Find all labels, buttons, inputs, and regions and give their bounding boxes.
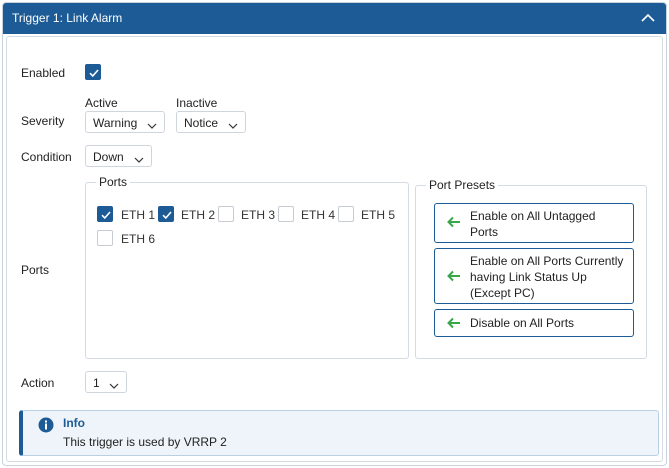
port-eth2-label: ETH 2 bbox=[181, 208, 216, 222]
condition-select[interactable]: Down bbox=[85, 145, 152, 167]
port-eth3-checkbox[interactable] bbox=[218, 206, 234, 222]
port-eth6-checkbox[interactable] bbox=[97, 230, 113, 246]
panel-body: Enabled Active Inactive Severity Warning… bbox=[6, 36, 663, 462]
enable-untagged-ports-button[interactable]: Enable on All Untagged Ports bbox=[434, 203, 634, 243]
enabled-checkbox[interactable] bbox=[85, 64, 101, 80]
port-eth3-label: ETH 3 bbox=[241, 208, 276, 222]
port-presets-group: Port Presets Enable on All Untagged Port… bbox=[415, 178, 647, 359]
arrow-left-icon bbox=[447, 216, 461, 231]
chevron-down-icon bbox=[134, 153, 144, 167]
port-eth6-label: ETH 6 bbox=[121, 232, 156, 246]
severity-active-select[interactable]: Warning bbox=[85, 111, 165, 133]
enable-link-up-line1: Enable on All Ports Currently bbox=[470, 254, 624, 268]
port-eth1-checkbox[interactable] bbox=[97, 206, 113, 222]
severity-active-value: Warning bbox=[93, 116, 138, 130]
enable-link-up-line2: having Link Status Up bbox=[470, 270, 587, 284]
panel-header[interactable]: Trigger 1: Link Alarm bbox=[3, 3, 666, 34]
enable-untagged-line1: Enable on All Untagged bbox=[470, 209, 596, 223]
severity-inactive-label: Inactive bbox=[176, 96, 218, 110]
arrow-left-icon bbox=[447, 270, 461, 285]
panel-title: Trigger 1: Link Alarm bbox=[12, 11, 123, 25]
info-icon bbox=[38, 417, 54, 436]
info-callout: Info This trigger is used by VRRP 2 bbox=[19, 410, 659, 456]
trigger-panel: Trigger 1: Link Alarm Enabled Active Ina… bbox=[2, 2, 667, 466]
port-eth5-label: ETH 5 bbox=[361, 208, 396, 222]
port-eth2-checkbox[interactable] bbox=[158, 206, 174, 222]
severity-inactive-select[interactable]: Notice bbox=[176, 111, 246, 133]
port-eth4-label: ETH 4 bbox=[301, 208, 336, 222]
severity-active-label: Active bbox=[85, 96, 118, 110]
severity-inactive-value: Notice bbox=[184, 116, 219, 130]
chevron-up-icon[interactable] bbox=[640, 10, 656, 26]
ports-group: Ports ETH 1 ETH 2 ETH 3 ETH 4 ETH 5 ETH … bbox=[85, 175, 409, 359]
disable-all-ports-label: Disable on All Ports bbox=[470, 316, 575, 330]
action-label: Action bbox=[21, 376, 55, 390]
action-value: 1 bbox=[93, 376, 100, 390]
port-eth5-checkbox[interactable] bbox=[338, 206, 354, 222]
info-message: This trigger is used by VRRP 2 bbox=[63, 435, 227, 449]
disable-all-ports-button[interactable]: Disable on All Ports bbox=[434, 309, 634, 337]
ports-group-title: Ports bbox=[96, 175, 131, 189]
action-select[interactable]: 1 bbox=[85, 371, 127, 393]
chevron-down-icon bbox=[228, 119, 238, 133]
port-eth1-label: ETH 1 bbox=[121, 208, 156, 222]
arrow-left-icon bbox=[447, 317, 461, 332]
info-title: Info bbox=[63, 416, 85, 430]
ports-row-label: Ports bbox=[21, 263, 50, 277]
chevron-down-icon bbox=[147, 119, 157, 133]
enable-untagged-line2: Ports bbox=[470, 225, 499, 239]
port-eth4-checkbox[interactable] bbox=[278, 206, 294, 222]
enable-link-up-ports-button[interactable]: Enable on All Ports Currently having Lin… bbox=[434, 248, 634, 304]
port-presets-title: Port Presets bbox=[426, 178, 499, 192]
severity-label: Severity bbox=[21, 114, 65, 128]
enable-link-up-line3: (Except PC) bbox=[470, 286, 535, 300]
enabled-label: Enabled bbox=[21, 66, 66, 80]
chevron-down-icon bbox=[109, 379, 119, 393]
condition-value: Down bbox=[93, 150, 124, 164]
condition-label: Condition bbox=[21, 150, 72, 164]
